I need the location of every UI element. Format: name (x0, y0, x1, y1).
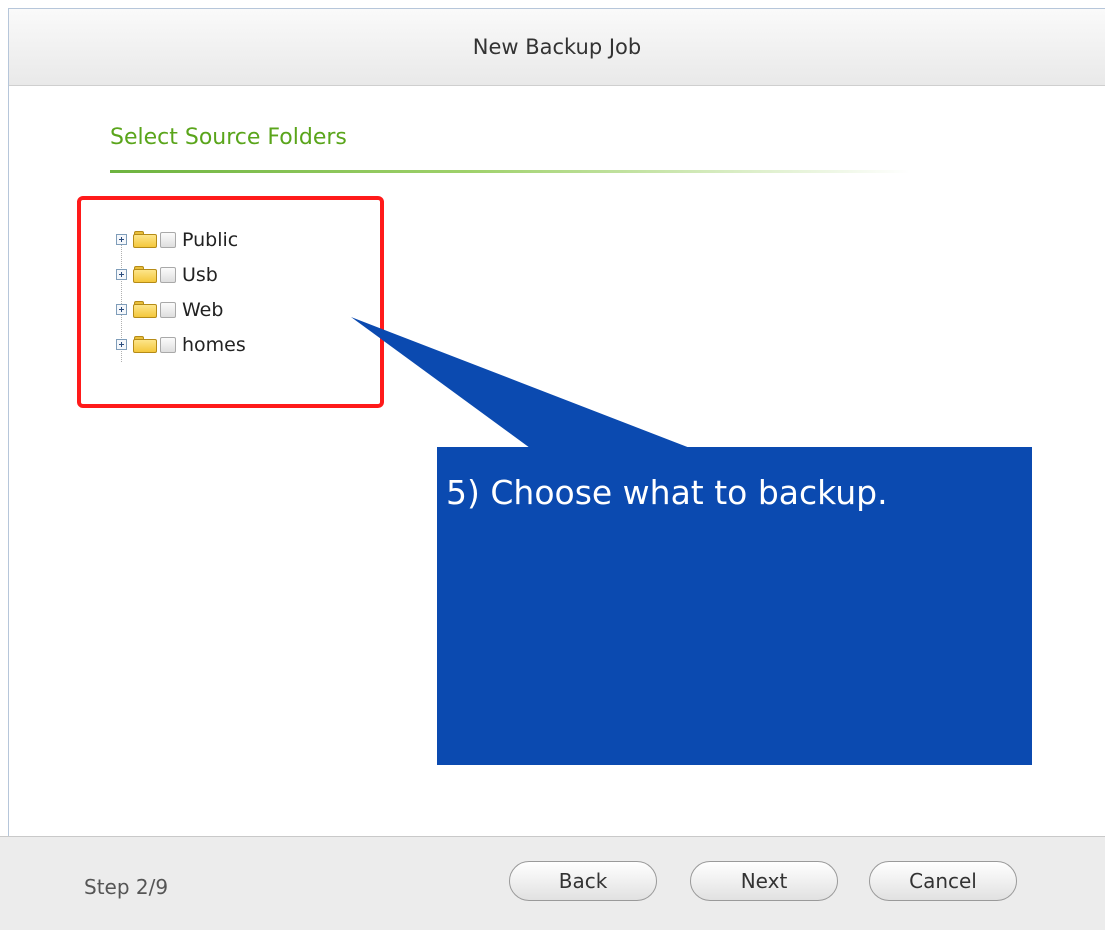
dialog-titlebar: New Backup Job (9, 9, 1105, 86)
callout-text: 5) Choose what to backup. (446, 473, 888, 512)
section-title: Select Source Folders (110, 125, 347, 150)
callout-box: 5) Choose what to backup. (437, 447, 1032, 765)
step-indicator: Step 2/9 (84, 875, 169, 899)
section-divider (110, 170, 910, 173)
next-button[interactable]: Next (690, 861, 838, 901)
dialog-title: New Backup Job (472, 35, 642, 59)
dialog-footer: Step 2/9 Back Next Cancel (0, 836, 1105, 930)
back-button[interactable]: Back (509, 861, 657, 901)
highlight-box (77, 196, 384, 408)
cancel-button[interactable]: Cancel (869, 861, 1017, 901)
